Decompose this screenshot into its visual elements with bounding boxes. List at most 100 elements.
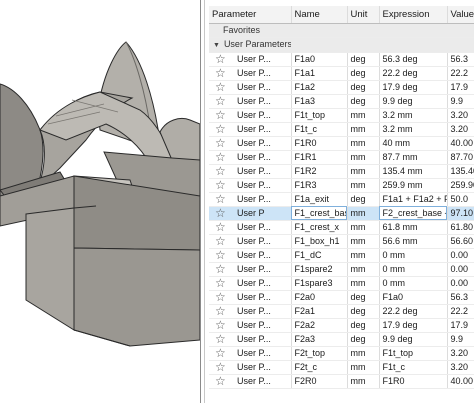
unit-cell[interactable]: mm: [347, 248, 380, 263]
expression-cell[interactable]: 3.2 mm: [379, 122, 448, 137]
star-outline-icon[interactable]: ☆: [215, 150, 226, 163]
star-outline-icon[interactable]: ☆: [215, 206, 226, 219]
unit-cell[interactable]: mm: [347, 374, 380, 389]
unit-cell[interactable]: deg: [347, 66, 380, 81]
unit-cell[interactable]: mm: [347, 122, 380, 137]
name-cell[interactable]: F1R1: [291, 150, 348, 165]
star-outline-icon[interactable]: ☆: [215, 94, 226, 107]
name-cell[interactable]: F1R3: [291, 178, 348, 193]
expression-cell[interactable]: F1R0: [379, 374, 448, 389]
unit-cell[interactable]: mm: [347, 108, 380, 123]
name-cell[interactable]: F1_box_h1: [291, 234, 348, 249]
group-user-parameters[interactable]: ▼ User Parameters: [209, 37, 474, 53]
name-cell[interactable]: F1_dC: [291, 248, 348, 263]
name-cell[interactable]: F2a0: [291, 290, 348, 305]
star-outline-icon[interactable]: ☆: [215, 66, 226, 79]
name-cell[interactable]: F1_crest_base: [291, 206, 348, 221]
name-cell[interactable]: F1spare2: [291, 262, 348, 277]
table-row[interactable]: ☆ User P... F1R1 mm 87.7 mm 87.70: [209, 150, 474, 165]
unit-cell[interactable]: mm: [347, 178, 380, 193]
expression-cell[interactable]: 3.2 mm: [379, 108, 448, 123]
table-row[interactable]: ☆ User P... F2t_c mm F1t_c 3.20: [209, 360, 474, 375]
col-header-parameter[interactable]: Parameter: [209, 6, 292, 24]
star-outline-icon[interactable]: ☆: [215, 248, 226, 261]
table-row[interactable]: ☆ User P... F2a0 deg F1a0 56.3: [209, 290, 474, 305]
expression-cell[interactable]: 40 mm: [379, 136, 448, 151]
star-outline-icon[interactable]: ☆: [215, 220, 226, 233]
unit-cell[interactable]: mm: [347, 220, 380, 235]
table-row[interactable]: ☆ User P... F2a1 deg 22.2 deg 22.2: [209, 304, 474, 319]
table-row[interactable]: ☆ User P... F2t_top mm F1t_top 3.20: [209, 346, 474, 361]
star-outline-icon[interactable]: ☆: [215, 122, 226, 135]
name-cell[interactable]: F1R0: [291, 136, 348, 151]
table-row[interactable]: ☆ User P... F2R0 mm F1R0 40.00: [209, 374, 474, 389]
star-outline-icon[interactable]: ☆: [215, 136, 226, 149]
star-outline-icon[interactable]: ☆: [215, 360, 226, 373]
name-cell[interactable]: F2a1: [291, 304, 348, 319]
star-outline-icon[interactable]: ☆: [215, 52, 226, 65]
unit-cell[interactable]: deg: [347, 304, 380, 319]
expression-cell[interactable]: 56.3 deg: [379, 52, 448, 67]
name-cell[interactable]: F1_crest_x: [291, 220, 348, 235]
name-cell[interactable]: F1t_c: [291, 122, 348, 137]
star-outline-icon[interactable]: ☆: [215, 262, 226, 275]
star-outline-icon[interactable]: ☆: [215, 374, 226, 387]
expression-cell[interactable]: F1t_top: [379, 346, 448, 361]
col-header-value[interactable]: Value: [447, 6, 474, 24]
name-cell[interactable]: F2a3: [291, 332, 348, 347]
chevron-down-icon[interactable]: ▼: [213, 39, 220, 52]
name-cell[interactable]: F2t_top: [291, 346, 348, 361]
expression-cell[interactable]: 61.8 mm: [379, 220, 448, 235]
name-cell[interactable]: F1a0: [291, 52, 348, 67]
table-row[interactable]: ☆ User P... F1_dC mm 0 mm 0.00: [209, 248, 474, 263]
table-row[interactable]: ☆ User P... F1t_c mm 3.2 mm 3.20: [209, 122, 474, 137]
star-outline-icon[interactable]: ☆: [215, 80, 226, 93]
group-favorites[interactable]: Favorites: [209, 23, 474, 38]
name-cell[interactable]: F1a2: [291, 80, 348, 95]
expression-cell[interactable]: 9.9 deg: [379, 94, 448, 109]
table-row[interactable]: ☆ User P... F1a1 deg 22.2 deg 22.2: [209, 66, 474, 81]
star-outline-icon[interactable]: ☆: [215, 164, 226, 177]
star-outline-icon[interactable]: ☆: [215, 234, 226, 247]
name-cell[interactable]: F2a2: [291, 318, 348, 333]
expression-cell[interactable]: F2_crest_base - ...: [379, 206, 448, 221]
expression-cell[interactable]: 17.9 deg: [379, 318, 448, 333]
table-row[interactable]: ☆ User P... F1R3mm259.9 mm259.90: [209, 178, 474, 193]
expression-cell[interactable]: 22.2 deg: [379, 66, 448, 81]
unit-cell[interactable]: deg: [347, 290, 380, 305]
unit-cell[interactable]: deg: [347, 332, 380, 347]
table-row[interactable]: ☆ User P... F1_crest_x mm 61.8 mm 61.80: [209, 220, 474, 235]
name-cell[interactable]: F1a1: [291, 66, 348, 81]
name-cell[interactable]: F2t_c: [291, 360, 348, 375]
table-row[interactable]: ☆ User P... F1_box_h1 mm 56.6 mm 56.60: [209, 234, 474, 249]
unit-cell[interactable]: mm: [347, 136, 380, 151]
unit-cell[interactable]: deg: [347, 80, 380, 95]
unit-cell[interactable]: deg: [347, 52, 380, 67]
star-outline-icon[interactable]: ☆: [215, 346, 226, 359]
unit-cell[interactable]: mm: [347, 262, 380, 277]
expression-cell[interactable]: 0 mm: [379, 248, 448, 263]
unit-cell[interactable]: mm: [347, 206, 380, 221]
star-outline-icon[interactable]: ☆: [215, 318, 226, 331]
name-cell[interactable]: F1a3: [291, 94, 348, 109]
table-row[interactable]: ☆ User P... F1R0 mm 40 mm 40.00: [209, 136, 474, 151]
expression-cell[interactable]: 22.2 deg: [379, 304, 448, 319]
name-cell[interactable]: F1spare3: [291, 276, 348, 291]
unit-cell[interactable]: mm: [347, 360, 380, 375]
table-row[interactable]: ☆ User P... F1spare3 mm 0 mm 0.00: [209, 276, 474, 291]
name-cell[interactable]: F1t_top: [291, 108, 348, 123]
table-row[interactable]: ☆ User P... F1a3 deg 9.9 deg 9.9: [209, 94, 474, 109]
expression-cell[interactable]: 87.7 mm: [379, 150, 448, 165]
star-outline-icon[interactable]: ☆: [215, 304, 226, 317]
col-header-unit[interactable]: Unit: [347, 6, 380, 24]
expression-cell[interactable]: 0 mm: [379, 276, 448, 291]
name-cell[interactable]: F2R0: [291, 374, 348, 389]
unit-cell[interactable]: deg: [347, 192, 380, 207]
table-row[interactable]: ☆ User P... F1a2 deg 17.9 deg 17.9: [209, 80, 474, 95]
unit-cell[interactable]: deg: [347, 318, 380, 333]
col-header-expression[interactable]: Expression: [379, 6, 448, 24]
table-row[interactable]: ☆ User P... F1a_exitdegF1a1 + F1a2 + F...5…: [209, 192, 474, 207]
expression-cell[interactable]: F1t_c: [379, 360, 448, 375]
star-outline-icon[interactable]: ☆: [215, 290, 226, 303]
table-row[interactable]: ☆ User P... F2a2 deg 17.9 deg 17.9: [209, 318, 474, 333]
